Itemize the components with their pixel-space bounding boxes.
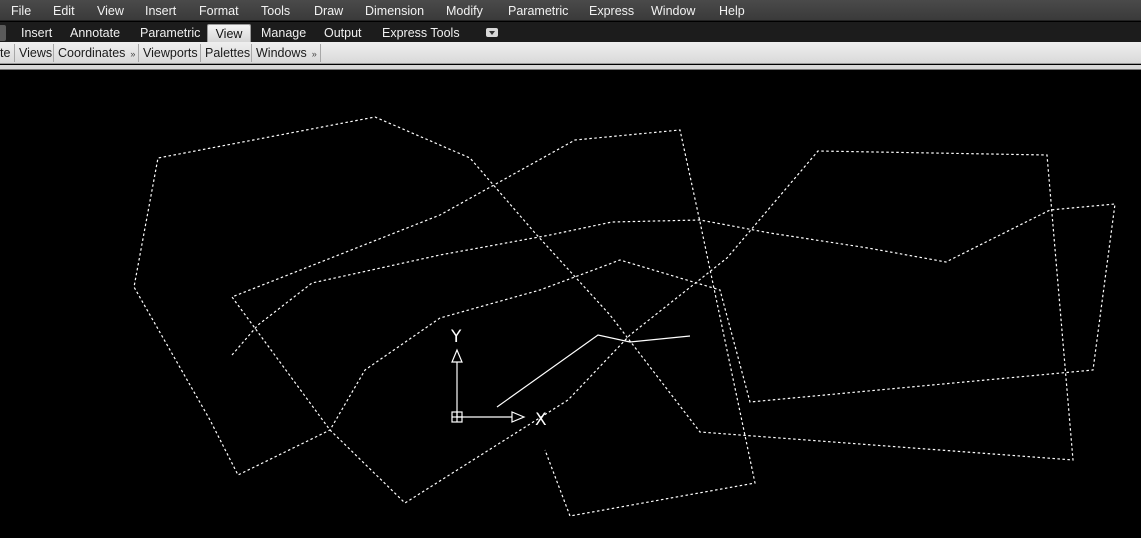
menu-format[interactable]: Format (199, 3, 239, 19)
ucs-icon (451, 348, 526, 423)
menu-parametric[interactable]: Parametric (508, 3, 568, 19)
panel-expand-icon[interactable]: » (130, 49, 135, 59)
menu-draw[interactable]: Draw (314, 3, 343, 19)
ribbon-tab-bar: Insert Annotate Parametric View Manage O… (0, 22, 1141, 42)
panel-views[interactable]: Views (16, 44, 54, 62)
solid-polyline[interactable] (496, 334, 691, 408)
tab-output[interactable]: Output (324, 24, 362, 42)
model-space[interactable]: Y X (0, 70, 1141, 538)
panel-expand-icon[interactable]: » (312, 49, 317, 59)
panel-views-label: Views (19, 46, 53, 60)
menu-window[interactable]: Window (651, 3, 695, 19)
menu-dimension[interactable]: Dimension (365, 3, 424, 19)
panel-coordinates-label: Coordinates (58, 46, 126, 60)
ribbon-minimize-button[interactable] (486, 28, 498, 37)
panel-viewports-label: Viewports (143, 46, 198, 60)
menu-bar: File Edit View Insert Format Tools Draw … (0, 0, 1141, 21)
panel-palettes-label: Palettes (205, 46, 251, 60)
tab-annotate[interactable]: Annotate (70, 24, 120, 42)
ucs-x-label: X (535, 410, 547, 430)
menu-help[interactable]: Help (719, 3, 745, 19)
ribbon-panel-bar: te Views Coordinates » Viewports Palettes… (0, 42, 1141, 64)
menu-insert[interactable]: Insert (145, 3, 176, 19)
menu-express[interactable]: Express (589, 3, 634, 19)
ucs-y-label: Y (450, 327, 462, 347)
menu-file[interactable]: File (11, 3, 31, 19)
tab-view[interactable]: View (207, 24, 251, 42)
panel-viewports[interactable]: Viewports (140, 44, 201, 62)
panel-windows-label: Windows (256, 46, 307, 60)
drawing-canvas[interactable]: Y X (0, 70, 1141, 538)
ribbon-tab-home-partial[interactable] (0, 25, 6, 41)
panel-windows[interactable]: Windows » (253, 44, 321, 62)
panel-coordinates[interactable]: Coordinates » (55, 44, 139, 62)
menu-view[interactable]: View (97, 3, 124, 19)
menu-edit[interactable]: Edit (53, 3, 75, 19)
panel-palettes[interactable]: Palettes (202, 44, 252, 62)
dashed-polyline-left[interactable] (133, 116, 1116, 517)
tab-manage[interactable]: Manage (261, 24, 306, 42)
tab-insert[interactable]: Insert (21, 24, 52, 42)
tab-express-tools[interactable]: Express Tools (382, 24, 460, 42)
tab-parametric[interactable]: Parametric (140, 24, 200, 42)
panel-partial[interactable]: te (0, 44, 15, 62)
menu-modify[interactable]: Modify (446, 3, 483, 19)
menu-tools[interactable]: Tools (261, 3, 290, 19)
